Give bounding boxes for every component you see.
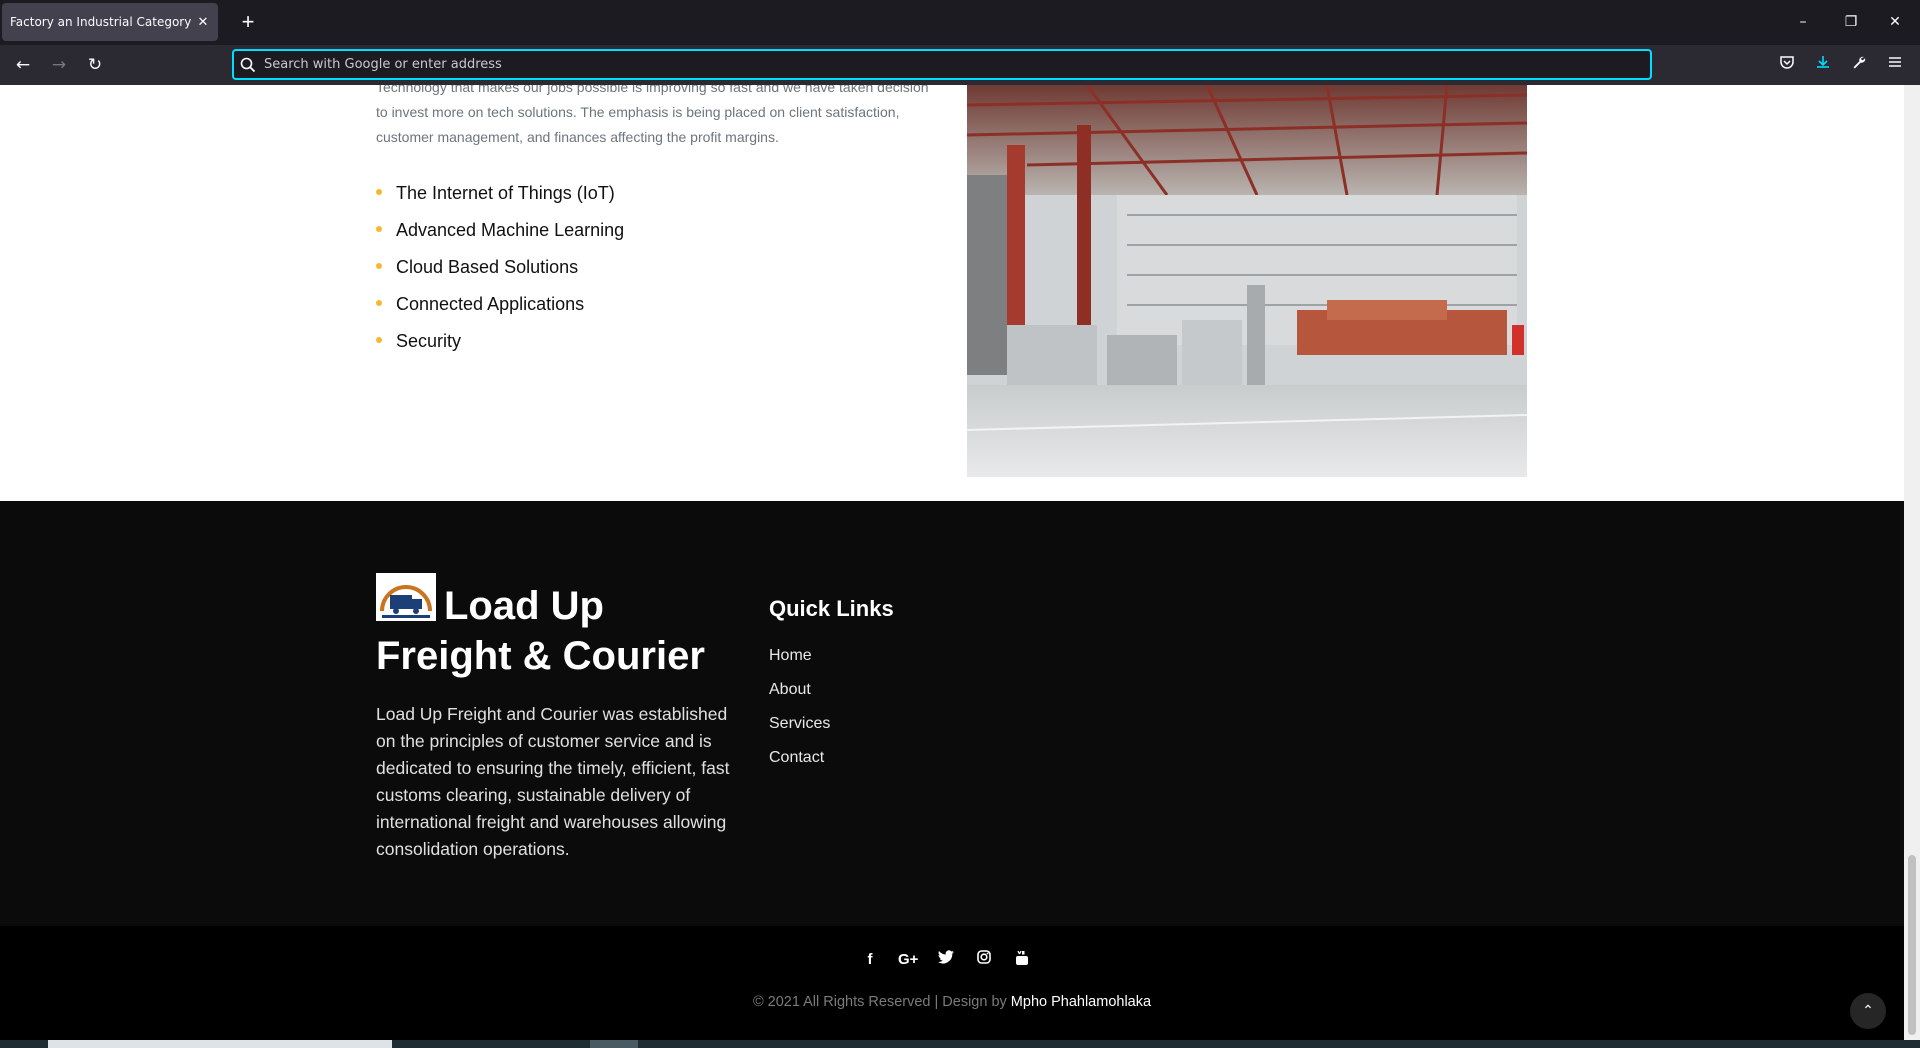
taskbar-app-item[interactable]: [48, 1040, 392, 1048]
os-taskbar: [0, 1040, 1920, 1048]
quick-link-home[interactable]: Home: [769, 646, 830, 680]
list-item: Connected Applications: [376, 293, 624, 330]
browser-navigation-bar: ← → ↻: [0, 45, 1920, 85]
downloads-icon[interactable]: [1808, 51, 1838, 79]
truck-logo-icon: [376, 573, 436, 621]
bullet-dot: [376, 300, 382, 306]
page-viewport: Technology that makes our jobs possible …: [0, 85, 1904, 1040]
google-plus-icon[interactable]: G+: [898, 950, 918, 970]
back-to-top-button[interactable]: ⌃: [1850, 993, 1886, 1029]
close-tab-icon[interactable]: ✕: [196, 15, 210, 30]
copyright-text: © 2021 All Rights Reserved | Design by M…: [752, 994, 1152, 1010]
quick-link-services[interactable]: Services: [769, 714, 830, 748]
minimize-window-button[interactable]: –: [1788, 8, 1818, 36]
author-link[interactable]: Mpho Phahlamohlaka: [1011, 994, 1151, 1010]
factory-interior-image: [967, 85, 1527, 477]
restore-window-button[interactable]: ❐: [1836, 8, 1866, 36]
pocket-icon[interactable]: [1772, 51, 1802, 79]
new-tab-button[interactable]: +: [236, 9, 260, 35]
bullet-dot: [376, 226, 382, 232]
footer-brand[interactable]: Load Up Freight & Courier: [376, 573, 756, 681]
copyright-bar: f G+ © 2021 All Rights Reserved | Design…: [0, 926, 1904, 1040]
quick-links-list: Home About Services Contact: [769, 646, 830, 782]
list-item: The Internet of Things (IoT): [376, 182, 624, 219]
address-bar[interactable]: [232, 49, 1652, 80]
browser-tab[interactable]: Factory an Industrial Category Bootst ✕: [2, 3, 218, 41]
browser-tab-bar: Factory an Industrial Category Bootst ✕ …: [0, 0, 1920, 45]
close-window-button[interactable]: ✕: [1880, 8, 1910, 36]
forward-arrow-icon[interactable]: →: [44, 51, 74, 79]
brand-name-line1: Load Up: [444, 584, 604, 628]
bullet-dot: [376, 337, 382, 343]
list-item: Cloud Based Solutions: [376, 256, 624, 293]
wrench-icon[interactable]: [1844, 51, 1874, 79]
scrollbar-thumb[interactable]: [1908, 855, 1916, 1035]
address-input[interactable]: [264, 57, 1650, 72]
bullet-dot: [376, 189, 382, 195]
bullet-dot: [376, 263, 382, 269]
footer-description: Load Up Freight and Courier was establis…: [376, 704, 730, 859]
list-item: Advanced Machine Learning: [376, 219, 624, 256]
tab-title: Factory an Industrial Category Bootst: [10, 15, 196, 29]
quick-link-about[interactable]: About: [769, 680, 830, 714]
back-arrow-icon[interactable]: ←: [8, 51, 38, 79]
taskbar-app-item[interactable]: [590, 1040, 638, 1048]
youtube-icon[interactable]: [1012, 950, 1032, 970]
page-scrollbar[interactable]: [1904, 85, 1920, 1040]
about-section: Technology that makes our jobs possible …: [0, 85, 1904, 501]
search-icon: [240, 57, 256, 72]
quick-links-title: Quick Links: [769, 596, 894, 621]
brand-name-line2: Freight & Courier: [376, 634, 705, 678]
twitter-icon[interactable]: [936, 950, 956, 970]
instagram-icon[interactable]: [974, 950, 994, 970]
menu-icon[interactable]: [1880, 51, 1910, 79]
quick-link-contact[interactable]: Contact: [769, 748, 830, 782]
site-footer: Load Up Freight & Courier Load Up Freigh…: [0, 501, 1904, 926]
list-item: Security: [376, 330, 624, 367]
about-paragraph: Technology that makes our jobs possible …: [376, 85, 929, 145]
reload-icon[interactable]: ↻: [80, 51, 110, 79]
facebook-icon[interactable]: f: [860, 950, 880, 970]
feature-list: The Internet of Things (IoT) Advanced Ma…: [376, 182, 624, 367]
social-links: f G+: [860, 950, 1032, 970]
